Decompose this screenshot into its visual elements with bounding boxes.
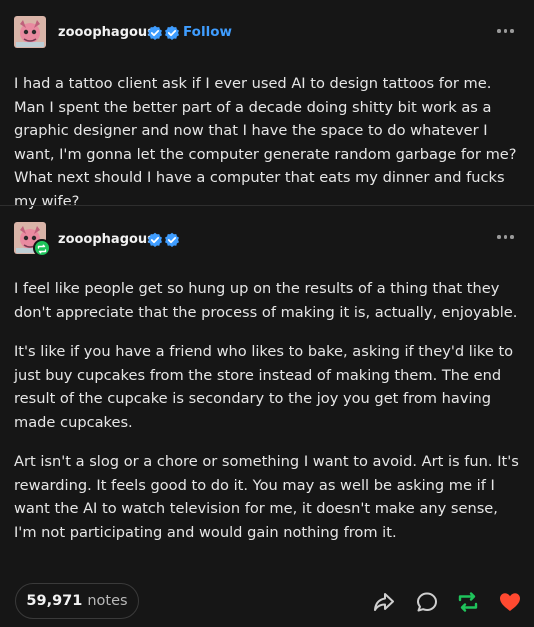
post-card: zooophagous Follow I had a tattoo client… bbox=[0, 0, 534, 627]
share-icon[interactable] bbox=[371, 589, 397, 615]
more-options-icon[interactable] bbox=[497, 26, 517, 36]
reblog-icon[interactable] bbox=[455, 589, 481, 615]
author-username[interactable]: zooophagous bbox=[58, 25, 155, 40]
reblog-paragraph: It's like if you have a friend who likes… bbox=[14, 343, 514, 431]
reply-icon[interactable] bbox=[414, 589, 440, 615]
follow-button[interactable]: Follow bbox=[183, 24, 232, 40]
author-avatar[interactable] bbox=[14, 16, 46, 48]
notes-button[interactable]: 59,971 notes bbox=[15, 583, 139, 619]
notes-count: 59,971 bbox=[26, 593, 83, 609]
notes-label: notes bbox=[87, 593, 128, 609]
reblog-body: I feel like people get so hung up on the… bbox=[14, 277, 522, 544]
verified-badge-icon bbox=[148, 25, 162, 40]
verified-badge-icon bbox=[165, 25, 179, 40]
reblog-more-options-icon[interactable] bbox=[497, 232, 517, 242]
verified-badge-icon bbox=[148, 232, 162, 247]
reblogger-verified-badges bbox=[147, 232, 181, 248]
post-body: I had a tattoo client ask if I ever used… bbox=[14, 72, 522, 213]
post-header: zooophagous Follow bbox=[0, 0, 534, 64]
verified-badges bbox=[147, 25, 181, 41]
reblog-indicator-icon bbox=[33, 239, 51, 257]
post-body-text: I had a tattoo client ask if I ever used… bbox=[14, 75, 517, 210]
divider bbox=[0, 205, 534, 206]
heart-icon[interactable] bbox=[497, 589, 523, 615]
reblog-paragraph: I feel like people get so hung up on the… bbox=[14, 280, 518, 321]
reblogger-username[interactable]: zooophagous bbox=[58, 232, 155, 247]
reblog-paragraph: Art isn't a slog or a chore or something… bbox=[14, 453, 519, 541]
verified-badge-icon bbox=[165, 232, 179, 247]
